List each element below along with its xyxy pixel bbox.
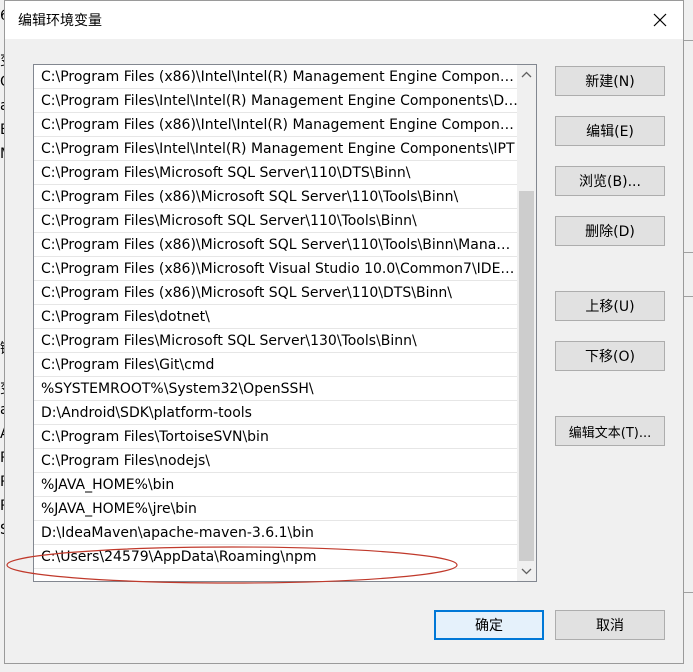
path-list-item[interactable]: D:\IdeaMaven\apache-maven-3.6.1\bin xyxy=(34,521,518,545)
path-list-item[interactable]: %JAVA_HOME%\jre\bin xyxy=(34,497,518,521)
new-button[interactable]: 新建(N) xyxy=(555,66,665,96)
close-icon xyxy=(653,13,667,27)
move-down-button[interactable]: 下移(O) xyxy=(555,341,665,371)
path-list-item[interactable]: C:\Program Files (x86)\Microsoft SQL Ser… xyxy=(34,185,518,209)
path-list-item[interactable]: C:\Program Files (x86)\Microsoft SQL Ser… xyxy=(34,233,518,257)
path-list-item[interactable]: C:\Program Files\dotnet\ xyxy=(34,305,518,329)
path-list-item[interactable]: C:\Program Files\nodejs\ xyxy=(34,449,518,473)
scroll-thumb[interactable] xyxy=(519,191,534,561)
path-list-item[interactable]: C:\Program Files\Git\cmd xyxy=(34,353,518,377)
dialog-title: 编辑环境变量 xyxy=(18,13,102,29)
path-list: C:\Program Files (x86)\Intel\Intel(R) Ma… xyxy=(34,65,518,569)
cancel-button[interactable]: 取消 xyxy=(555,610,665,640)
move-up-button[interactable]: 上移(U) xyxy=(555,291,665,321)
path-list-item[interactable]: C:\Program Files\Microsoft SQL Server\11… xyxy=(34,209,518,233)
ok-button[interactable]: 确定 xyxy=(434,610,544,640)
path-list-item[interactable]: C:\Program Files\Intel\Intel(R) Manageme… xyxy=(34,137,518,161)
path-list-item[interactable]: %SYSTEMROOT%\System32\OpenSSH\ xyxy=(34,377,518,401)
delete-button[interactable]: 删除(D) xyxy=(555,216,665,246)
edit-env-variable-dialog: 编辑环境变量 C:\Program Files (x86)\Intel\Inte… xyxy=(4,0,684,664)
browse-button[interactable]: 浏览(B)... xyxy=(555,166,665,196)
path-list-item[interactable]: C:\Program Files (x86)\Microsoft Visual … xyxy=(34,257,518,281)
path-listbox[interactable]: C:\Program Files (x86)\Intel\Intel(R) Ma… xyxy=(33,64,537,582)
scroll-up-button[interactable] xyxy=(517,65,536,84)
chevron-up-icon xyxy=(521,71,532,78)
path-list-item[interactable]: C:\Users\24579\AppData\Roaming\npm xyxy=(34,545,518,569)
edit-button[interactable]: 编辑(E) xyxy=(555,116,665,146)
chevron-down-icon xyxy=(521,568,532,575)
title-bar: 编辑环境变量 xyxy=(5,1,683,39)
path-list-item[interactable]: %JAVA_HOME%\bin xyxy=(34,473,518,497)
vertical-scrollbar[interactable] xyxy=(517,65,536,581)
path-list-item[interactable]: C:\Program Files\TortoiseSVN\bin xyxy=(34,425,518,449)
path-list-item[interactable]: C:\Program Files\Microsoft SQL Server\11… xyxy=(34,161,518,185)
path-list-item[interactable]: D:\Android\SDK\platform-tools xyxy=(34,401,518,425)
path-list-item[interactable]: C:\Program Files (x86)\Intel\Intel(R) Ma… xyxy=(34,65,518,89)
background-window-bottom xyxy=(0,664,693,672)
path-list-item[interactable]: C:\Program Files (x86)\Intel\Intel(R) Ma… xyxy=(34,113,518,137)
background-window-right xyxy=(684,0,693,672)
path-list-item[interactable]: C:\Program Files\Intel\Intel(R) Manageme… xyxy=(34,89,518,113)
path-list-item[interactable]: C:\Program Files\Microsoft SQL Server\13… xyxy=(34,329,518,353)
scroll-down-button[interactable] xyxy=(517,562,536,581)
path-list-item[interactable]: C:\Program Files (x86)\Microsoft SQL Ser… xyxy=(34,281,518,305)
edit-text-button[interactable]: 编辑文本(T)... xyxy=(555,416,665,446)
close-button[interactable] xyxy=(647,7,673,33)
